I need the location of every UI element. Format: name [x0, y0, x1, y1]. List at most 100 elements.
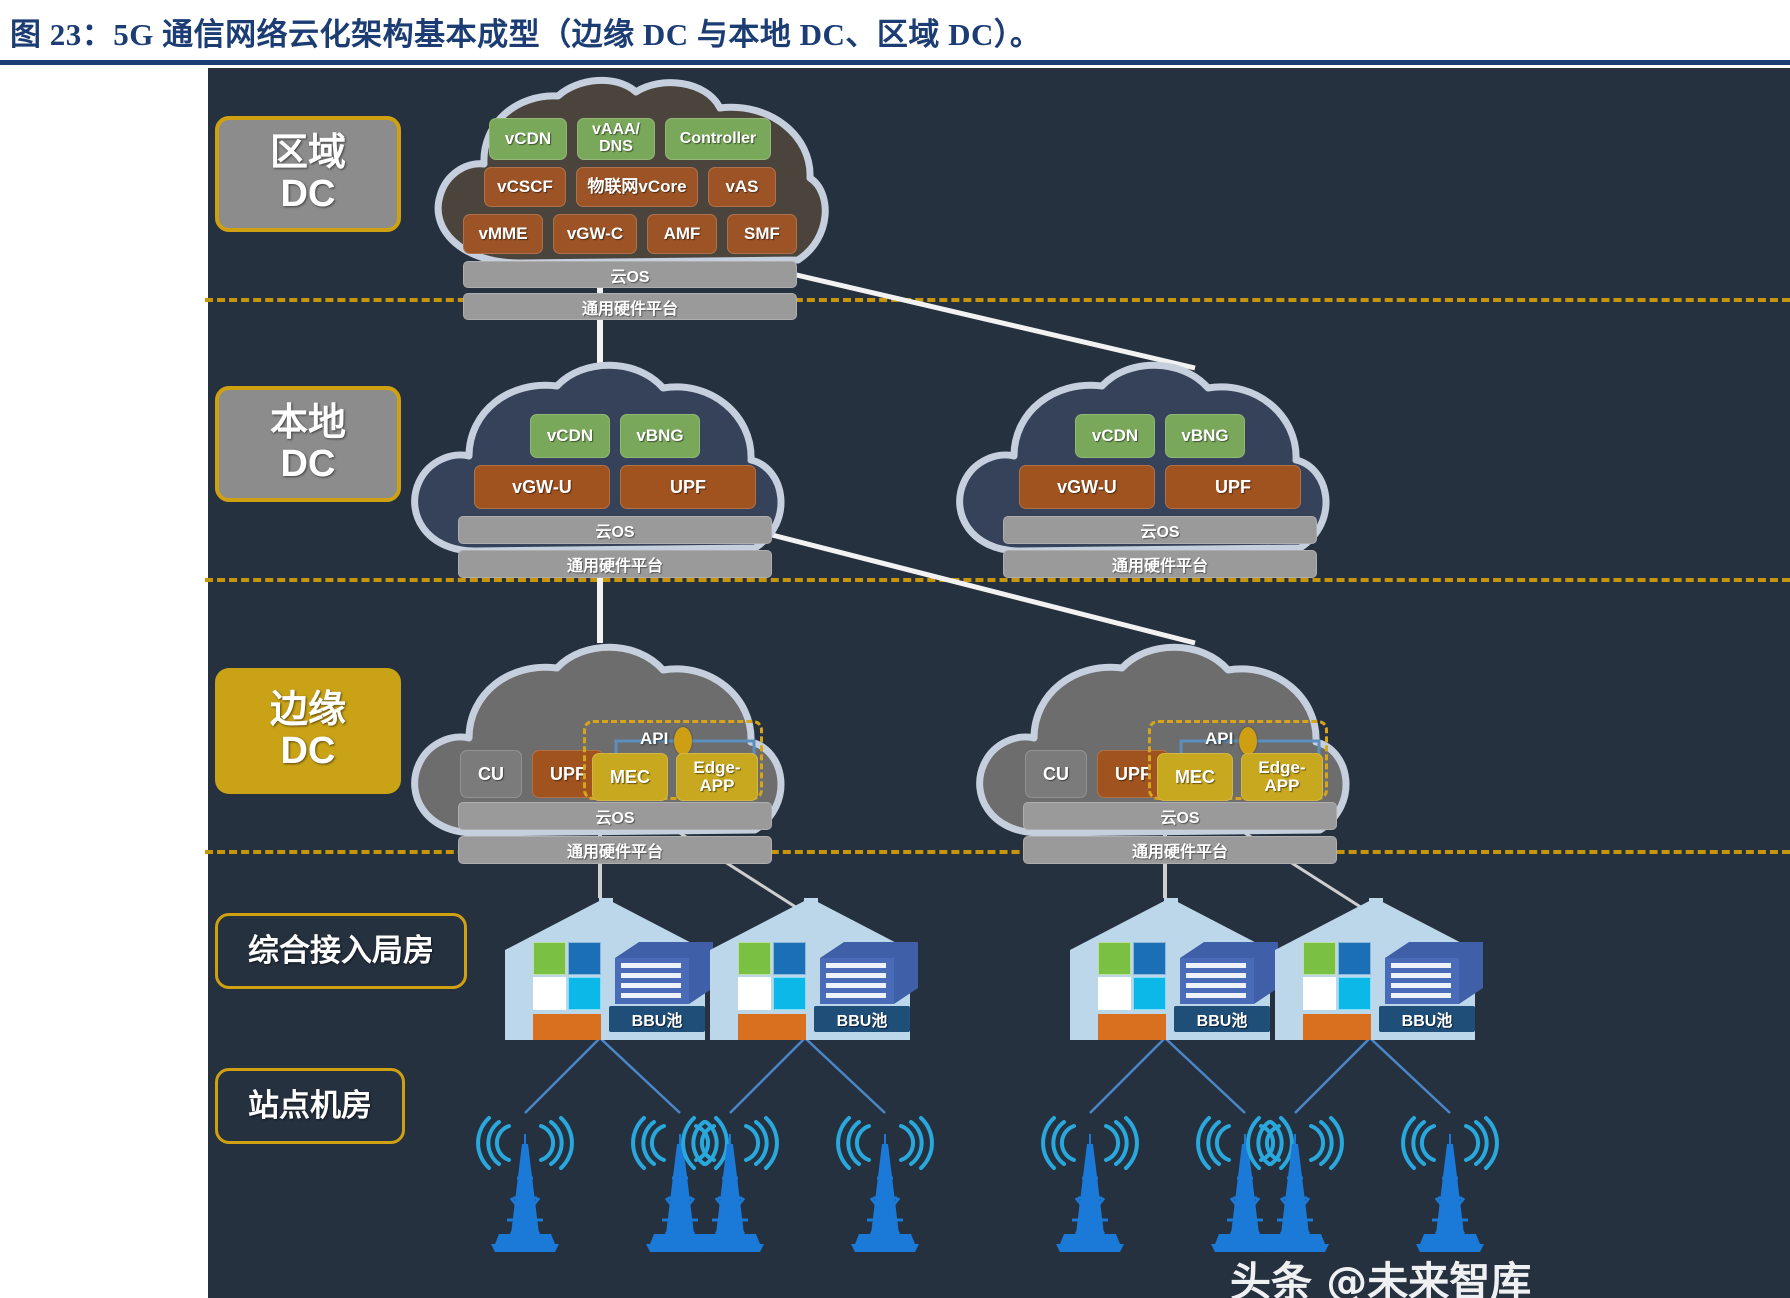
server-rack-icon-1 — [615, 942, 713, 1004]
chip-cu-edge-right[interactable]: CU — [1025, 750, 1087, 798]
api-connector-icon-edge-left — [674, 727, 692, 755]
tile-white-icon — [738, 977, 771, 1010]
title-underline — [0, 60, 1790, 65]
house-1-orange-strip — [533, 1014, 601, 1040]
tile-cyan-icon — [773, 977, 806, 1010]
local-left-row-brown: vGW-U UPF — [474, 465, 756, 509]
tier-label-edge-line1: 边缘 — [269, 688, 346, 731]
house-1-app-tiles — [533, 942, 601, 1010]
chip-vmme[interactable]: vMME — [463, 214, 543, 254]
chip-mec-edge-left[interactable]: MEC — [592, 753, 668, 801]
diagram-canvas: 区域 DC 本地 DC 边缘 DC 综合接入局房 站点机房 vCDN vAAA/… — [205, 68, 1790, 1298]
mec-group-edge-right: API MEC Edge- APP — [1148, 720, 1328, 801]
tier-separator-1 — [205, 298, 1790, 302]
tier-label-regional-line1: 区域 — [269, 131, 346, 174]
house-4[interactable]: BBU池 — [1275, 898, 1483, 1040]
local-right-row-brown: vGW-U UPF — [1019, 465, 1301, 509]
house-4-app-tiles — [1303, 942, 1371, 1010]
tile-blue-icon — [1338, 942, 1371, 975]
tile-white-icon — [1303, 977, 1336, 1010]
tile-white-icon — [1098, 977, 1131, 1010]
watermark: 头条 @未来智库 — [1230, 1258, 1532, 1298]
chip-vcdn[interactable]: vCDN — [489, 118, 567, 160]
bar-hardware-edge-right: 通用硬件平台 — [1023, 836, 1337, 864]
chip-edge-app-edge-left[interactable]: Edge- APP — [676, 753, 758, 801]
house-1[interactable]: BBU池 — [505, 898, 713, 1040]
house-2[interactable]: BBU池 — [710, 898, 918, 1040]
chip-vaaa-dns[interactable]: vAAA/ DNS — [577, 118, 655, 160]
tile-cyan-icon — [1133, 977, 1166, 1010]
house-3-app-tiles — [1098, 942, 1166, 1010]
tier-label-local-line1: 本地 — [269, 401, 346, 444]
bar-cloud-os-regional: 云OS — [463, 261, 797, 288]
tier-label-local-line2: DC — [280, 443, 336, 485]
tier-label-edge[interactable]: 边缘 DC — [215, 668, 401, 794]
tier-separator-2 — [205, 578, 1790, 582]
chip-smf[interactable]: SMF — [727, 214, 797, 254]
tile-cyan-icon — [1338, 977, 1371, 1010]
house-4-orange-strip — [1303, 1014, 1371, 1040]
house-2-app-tiles — [738, 942, 806, 1010]
tier-label-access-room-text: 综合接入局房 — [248, 933, 434, 969]
chip-vbng-local-left[interactable]: vBNG — [620, 414, 700, 458]
local-left-row-green: vCDN vBNG — [530, 414, 700, 458]
cloud-local-dc-left: vCDN vBNG vGW-U UPF 云OS 通用硬件平台 — [405, 356, 825, 578]
chip-upf-local-right[interactable]: UPF — [1165, 465, 1301, 509]
bar-hardware-edge-left: 通用硬件平台 — [458, 836, 772, 864]
regional-row-brown-2: vMME vGW-C AMF SMF — [463, 214, 797, 254]
server-rack-icon-2 — [820, 942, 918, 1004]
tier-label-local[interactable]: 本地 DC — [215, 386, 401, 502]
cloud-local-dc-right: vCDN vBNG vGW-U UPF 云OS 通用硬件平台 — [950, 356, 1370, 578]
chip-vas[interactable]: vAS — [708, 167, 776, 207]
cloud-edge-dc-left: CU UPF API MEC Edge- APP 云OS 通用硬件平台 — [405, 638, 825, 864]
tier-separator-3 — [205, 850, 1790, 854]
bar-hardware-local-left: 通用硬件平台 — [458, 550, 772, 578]
server-rack-icon-4 — [1385, 942, 1483, 1004]
tile-white-icon — [533, 977, 566, 1010]
tile-green-icon — [1303, 942, 1336, 975]
regional-row-brown-1: vCSCF 物联网vCore vAS — [484, 167, 776, 207]
chip-vbng-local-right[interactable]: vBNG — [1165, 414, 1245, 458]
api-label-edge-right: API — [1205, 729, 1234, 748]
tier-label-edge-line2: DC — [280, 730, 336, 772]
tier-label-access-room[interactable]: 综合接入局房 — [215, 913, 467, 989]
cloud-regional-dc: vCDN vAAA/ DNS Controller vCSCF 物联网vCore… — [420, 76, 840, 320]
bar-cloud-os-local-left: 云OS — [458, 516, 772, 544]
chip-vgw-c[interactable]: vGW-C — [553, 214, 637, 254]
tile-green-icon — [1098, 942, 1131, 975]
bar-cloud-os-edge-right: 云OS — [1023, 802, 1337, 830]
tile-cyan-icon — [568, 977, 601, 1010]
local-right-row-green: vCDN vBNG — [1075, 414, 1245, 458]
chip-mec-edge-right[interactable]: MEC — [1157, 753, 1233, 801]
chip-vgw-u-local-right[interactable]: vGW-U — [1019, 465, 1155, 509]
server-rack-icon-3 — [1180, 942, 1278, 1004]
chip-upf-local-left[interactable]: UPF — [620, 465, 756, 509]
tile-blue-icon — [1133, 942, 1166, 975]
chip-vgw-u-local-left[interactable]: vGW-U — [474, 465, 610, 509]
chip-vcscf[interactable]: vCSCF — [484, 167, 566, 207]
bar-cloud-os-edge-left: 云OS — [458, 802, 772, 830]
figure-title-bar: 图 23：5G 通信网络云化架构基本成型（边缘 DC 与本地 DC、区域 DC）… — [0, 0, 1790, 62]
bar-hardware-local-right: 通用硬件平台 — [1003, 550, 1317, 578]
house-4-bbu-label: BBU池 — [1379, 1006, 1475, 1032]
tile-blue-icon — [773, 942, 806, 975]
api-label-edge-left: API — [640, 729, 669, 748]
chip-cu-edge-left[interactable]: CU — [460, 750, 522, 798]
house-1-bbu-label: BBU池 — [609, 1006, 705, 1032]
chip-iot-vcore[interactable]: 物联网vCore — [576, 167, 698, 207]
house-3-bbu-label: BBU池 — [1174, 1006, 1270, 1032]
house-3[interactable]: BBU池 — [1070, 898, 1278, 1040]
chip-edge-app-edge-right[interactable]: Edge- APP — [1241, 753, 1323, 801]
house-2-orange-strip — [738, 1014, 806, 1040]
chip-amf[interactable]: AMF — [647, 214, 717, 254]
chip-controller[interactable]: Controller — [665, 118, 771, 160]
chip-vcdn-local-right[interactable]: vCDN — [1075, 414, 1155, 458]
page-title: 图 23：5G 通信网络云化架构基本成型（边缘 DC 与本地 DC、区域 DC）… — [10, 16, 1042, 52]
house-3-orange-strip — [1098, 1014, 1166, 1040]
bar-hardware-regional: 通用硬件平台 — [463, 293, 797, 320]
bar-cloud-os-local-right: 云OS — [1003, 516, 1317, 544]
tier-label-regional-line2: DC — [280, 173, 336, 215]
tile-blue-icon — [568, 942, 601, 975]
chip-vcdn-local-left[interactable]: vCDN — [530, 414, 610, 458]
tier-label-regional[interactable]: 区域 DC — [215, 116, 401, 232]
